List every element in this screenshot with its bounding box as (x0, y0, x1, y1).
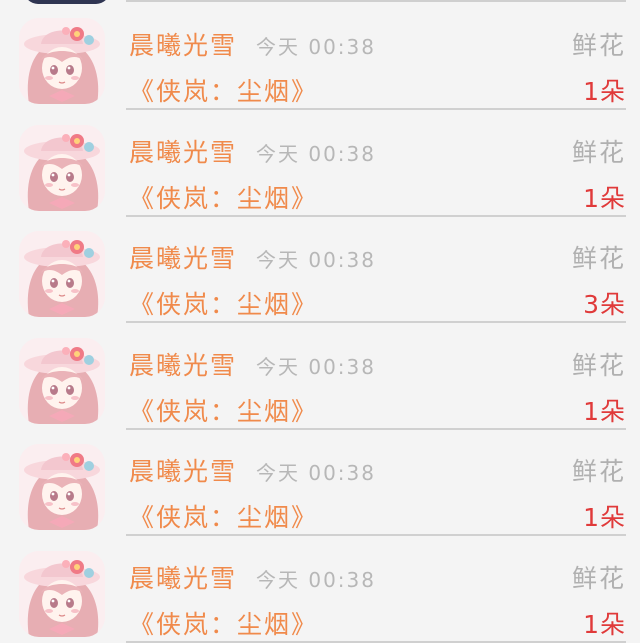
timestamp: 今天 00:38 (256, 568, 376, 592)
sender-name[interactable]: 晨曦光雪 (129, 452, 237, 488)
gift-count: 1朵 (583, 610, 626, 639)
gift-count: 1朵 (583, 396, 626, 426)
sender-name[interactable]: 晨曦光雪 (129, 346, 237, 382)
gift-target-title[interactable]: 《侠岚：尘烟》 (129, 285, 318, 321)
gift-target-title[interactable]: 《侠岚：尘烟》 (129, 605, 318, 641)
gift-type-label: 鲜花 (571, 137, 626, 167)
gift-type-label: 鲜花 (571, 244, 626, 274)
gift-record-list: 晨曦光雪 今天 00:38 鲜花 《侠岚：尘烟》 1朵 晨曦光雪 今天 00:3… (0, 0, 640, 643)
sender-name[interactable]: 晨曦光雪 (129, 26, 237, 62)
gift-record-row[interactable]: 晨曦光雪 今天 00:38 鲜花 《侠岚：尘烟》 1朵 (0, 111, 640, 217)
anime-girl-avatar-icon[interactable] (19, 18, 105, 104)
anime-girl-avatar-icon[interactable] (19, 444, 105, 531)
gift-target-title[interactable]: 《侠岚：尘烟》 (129, 72, 318, 108)
gift-record-row[interactable]: 晨曦光雪 今天 00:38 鲜花 《侠岚：尘烟》 1朵 (0, 537, 640, 643)
gift-count: 1朵 (583, 183, 626, 213)
gift-type-label: 鲜花 (571, 31, 626, 60)
gift-record-row[interactable]: 晨曦光雪 今天 00:38 鲜花 《侠岚：尘烟》 1朵 (0, 4, 640, 110)
gift-record-row[interactable]: 晨曦光雪 今天 00:38 鲜花 《侠岚：尘烟》 3朵 (0, 217, 640, 324)
gift-type-label: 鲜花 (571, 457, 626, 487)
gift-type-label: 鲜花 (571, 350, 626, 380)
sender-name[interactable]: 晨曦光雪 (129, 133, 237, 169)
sender-name[interactable]: 晨曦光雪 (129, 559, 237, 595)
gift-record-row[interactable]: 晨曦光雪 今天 00:38 鲜花 《侠岚：尘烟》 1朵 (0, 430, 640, 537)
anime-girl-avatar-icon[interactable] (19, 124, 105, 211)
gift-target-title[interactable]: 《侠岚：尘烟》 (129, 179, 318, 215)
gift-target-title[interactable]: 《侠岚：尘烟》 (129, 392, 318, 428)
timestamp: 今天 00:38 (256, 354, 376, 379)
timestamp: 今天 00:38 (256, 461, 376, 486)
gift-record-row[interactable]: 晨曦光雪 今天 00:38 鲜花 《侠岚：尘烟》 1朵 (0, 324, 640, 430)
timestamp: 今天 00:38 (256, 35, 376, 59)
anime-girl-avatar-icon[interactable] (19, 551, 105, 637)
gift-target-title[interactable]: 《侠岚：尘烟》 (129, 498, 318, 534)
gift-count: 1朵 (583, 77, 626, 106)
sender-name[interactable]: 晨曦光雪 (129, 239, 237, 275)
anime-girl-avatar-icon[interactable] (19, 231, 105, 318)
anime-girl-avatar-icon[interactable] (19, 337, 105, 424)
timestamp: 今天 00:38 (256, 141, 376, 166)
gift-type-label: 鲜花 (571, 564, 626, 593)
gift-count: 1朵 (583, 503, 626, 533)
timestamp: 今天 00:38 (256, 248, 376, 273)
gift-count: 3朵 (583, 290, 626, 320)
